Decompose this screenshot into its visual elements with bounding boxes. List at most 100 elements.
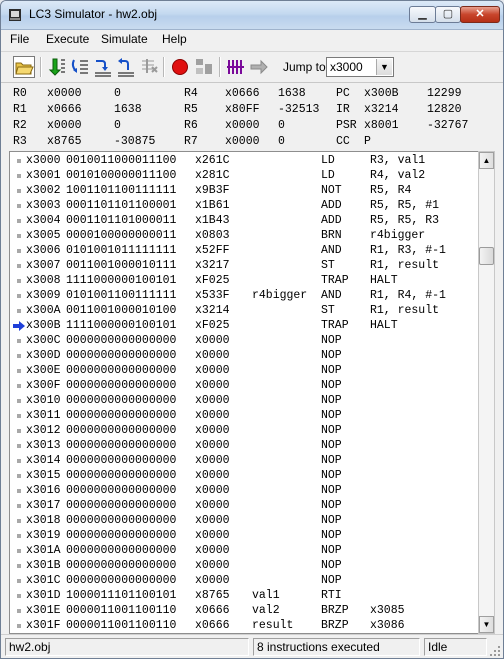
breakpoint-marker-icon[interactable] (17, 249, 21, 253)
jump-to-dropdown[interactable]: x3000 ▼ (326, 57, 394, 77)
memory-scrollbar[interactable]: ▲ ▼ (478, 151, 495, 634)
breakpoint-marker-icon[interactable] (17, 189, 21, 193)
memory-row[interactable]: x301E 0000011001100110 x0666 val2 BRZP x3085 (10, 603, 478, 618)
maximize-button[interactable]: ▢ (435, 6, 461, 23)
memory-row[interactable]: x300A 0011001000010100 x3214 ST R1, result (10, 303, 478, 318)
register-dec[interactable]: 0 (114, 86, 121, 101)
memory-icon[interactable] (225, 56, 247, 78)
minimize-button[interactable]: ▁ (409, 6, 436, 23)
step-out-icon[interactable] (115, 56, 137, 78)
register-dec[interactable]: 12299 (427, 86, 462, 101)
memory-row[interactable]: x3013 0000000000000000 x0000 NOP (10, 438, 478, 453)
menu-help[interactable]: Help (156, 32, 193, 46)
memory-row[interactable]: x3014 0000000000000000 x0000 NOP (10, 453, 478, 468)
run-icon[interactable] (46, 56, 68, 78)
open-file-icon[interactable] (13, 56, 35, 78)
memory-row[interactable]: x3007 0011001000010111 x3217 ST R1, result (10, 258, 478, 273)
memory-row[interactable]: x3000 0010011000011100 x261C LD R3, val1 (10, 153, 478, 168)
breakpoint-marker-icon[interactable] (17, 594, 21, 598)
register-hex[interactable]: x0666 (225, 86, 260, 101)
memory-listing[interactable]: x3000 0010011000011100 x261C LD R3, val1 x300… (9, 151, 479, 634)
register-dec[interactable]: -30875 (114, 134, 155, 149)
memory-row[interactable]: x3005 0000100000000011 x0803 BRN r4bigger (10, 228, 478, 243)
memory-row[interactable]: x3011 0000000000000000 x0000 NOP (10, 408, 478, 423)
register-hex[interactable]: x3214 (364, 102, 399, 117)
breakpoint-marker-icon[interactable] (17, 294, 21, 298)
breakpoint-marker-icon[interactable] (17, 534, 21, 538)
breakpoint-marker-icon[interactable] (17, 234, 21, 238)
breakpoint-marker-icon[interactable] (17, 279, 21, 283)
scroll-thumb[interactable] (479, 247, 494, 265)
breakpoint-marker-icon[interactable] (17, 204, 21, 208)
register-hex[interactable]: x300B (364, 86, 399, 101)
memory-row[interactable]: x300B 1111000000100101 xF025 TRAP HALT (10, 318, 478, 333)
breakpoint-marker-icon[interactable] (17, 159, 21, 163)
breakpoint-marker-icon[interactable] (17, 489, 21, 493)
register-hex[interactable]: x8001 (364, 118, 399, 133)
breakpoint-marker-icon[interactable] (17, 399, 21, 403)
register-dec[interactable]: 0 (114, 118, 121, 133)
breakpoint-marker-icon[interactable] (17, 579, 21, 583)
breakpoint-marker-icon[interactable] (17, 414, 21, 418)
memory-row[interactable]: x301A 0000000000000000 x0000 NOP (10, 543, 478, 558)
breakpoint-marker-icon[interactable] (17, 429, 21, 433)
menu-simulate[interactable]: Simulate (95, 32, 154, 46)
register-dec[interactable]: 1638 (278, 86, 306, 101)
menu-file[interactable]: File (4, 32, 35, 46)
memory-row[interactable]: x301F 0000011001100110 x0666 result BRZP x308… (10, 618, 478, 633)
memory-row[interactable]: x3001 0010100000011100 x281C LD R4, val2 (10, 168, 478, 183)
breakpoint-marker-icon[interactable] (17, 474, 21, 478)
memory-row[interactable]: x3019 0000000000000000 x0000 NOP (10, 528, 478, 543)
register-hex[interactable]: x0000 (47, 118, 82, 133)
breakpoint-marker-icon[interactable] (17, 354, 21, 358)
register-dec[interactable]: 12820 (427, 102, 462, 117)
breakpoint-marker-icon[interactable] (17, 459, 21, 463)
register-hex[interactable]: x0000 (225, 118, 260, 133)
memory-row[interactable]: x300F 0000000000000000 x0000 NOP (10, 378, 478, 393)
register-hex[interactable]: x0666 (47, 102, 82, 117)
memory-row[interactable]: x3018 0000000000000000 x0000 NOP (10, 513, 478, 528)
title-bar[interactable]: LC3 Simulator - hw2.obj ▁ ▢ ✕ (1, 1, 503, 30)
step-into-icon[interactable] (92, 56, 114, 78)
breakpoint-marker-icon[interactable] (17, 504, 21, 508)
register-dec[interactable]: -32767 (427, 118, 468, 133)
memory-row[interactable]: x3004 0001101101000011 x1B43 ADD R5, R5, R3 (10, 213, 478, 228)
register-hex[interactable]: x0000 (47, 86, 82, 101)
breakpoint-marker-icon[interactable] (17, 264, 21, 268)
breakpoint-marker-icon[interactable] (17, 174, 21, 178)
breakpoint-marker-icon[interactable] (17, 309, 21, 313)
stop-step-icon[interactable] (138, 56, 160, 78)
breakpoint-marker-icon[interactable] (17, 369, 21, 373)
close-button[interactable]: ✕ (460, 6, 500, 23)
scroll-up-button[interactable]: ▲ (479, 152, 494, 169)
register-hex[interactable]: P (364, 134, 371, 149)
memory-row[interactable]: x3017 0000000000000000 x0000 NOP (10, 498, 478, 513)
memory-row[interactable]: x301B 0000000000000000 x0000 NOP (10, 558, 478, 573)
register-hex[interactable]: x80FF (225, 102, 260, 117)
breakpoint-marker-icon[interactable] (17, 384, 21, 388)
breakpoint-icon[interactable] (169, 56, 191, 78)
breakpoint-marker-icon[interactable] (17, 444, 21, 448)
memory-row[interactable]: x3015 0000000000000000 x0000 NOP (10, 468, 478, 483)
jump-arrow-icon[interactable] (248, 56, 270, 78)
breakpoint-marker-icon[interactable] (17, 219, 21, 223)
memory-row[interactable]: x3006 0101001011111111 x52FF AND R1, R3, #-1 (10, 243, 478, 258)
memory-row[interactable]: x300C 0000000000000000 x0000 NOP (10, 333, 478, 348)
scroll-down-button[interactable]: ▼ (479, 616, 494, 633)
register-dec[interactable]: 0 (278, 134, 285, 149)
memory-row[interactable]: x300D 0000000000000000 x0000 NOP (10, 348, 478, 363)
breakpoint-marker-icon[interactable] (17, 549, 21, 553)
memory-row[interactable]: x301D 1000011101100101 x8765 val1 RTI (10, 588, 478, 603)
memory-row[interactable]: x3002 1001101100111111 x9B3F NOT R5, R4 (10, 183, 478, 198)
memory-row[interactable]: x3008 1111000000100101 xF025 TRAP HALT (10, 273, 478, 288)
memory-row[interactable]: x3010 0000000000000000 x0000 NOP (10, 393, 478, 408)
memory-row[interactable]: x3012 0000000000000000 x0000 NOP (10, 423, 478, 438)
register-hex[interactable]: x8765 (47, 134, 82, 149)
breakpoint-marker-icon[interactable] (17, 624, 21, 628)
breakpoint-marker-icon[interactable] (17, 339, 21, 343)
memory-row[interactable]: x3016 0000000000000000 x0000 NOP (10, 483, 478, 498)
register-hex[interactable]: x0000 (225, 134, 260, 149)
menu-execute[interactable]: Execute (40, 32, 95, 46)
register-dec[interactable]: 0 (278, 118, 285, 133)
step-over-icon[interactable] (69, 56, 91, 78)
